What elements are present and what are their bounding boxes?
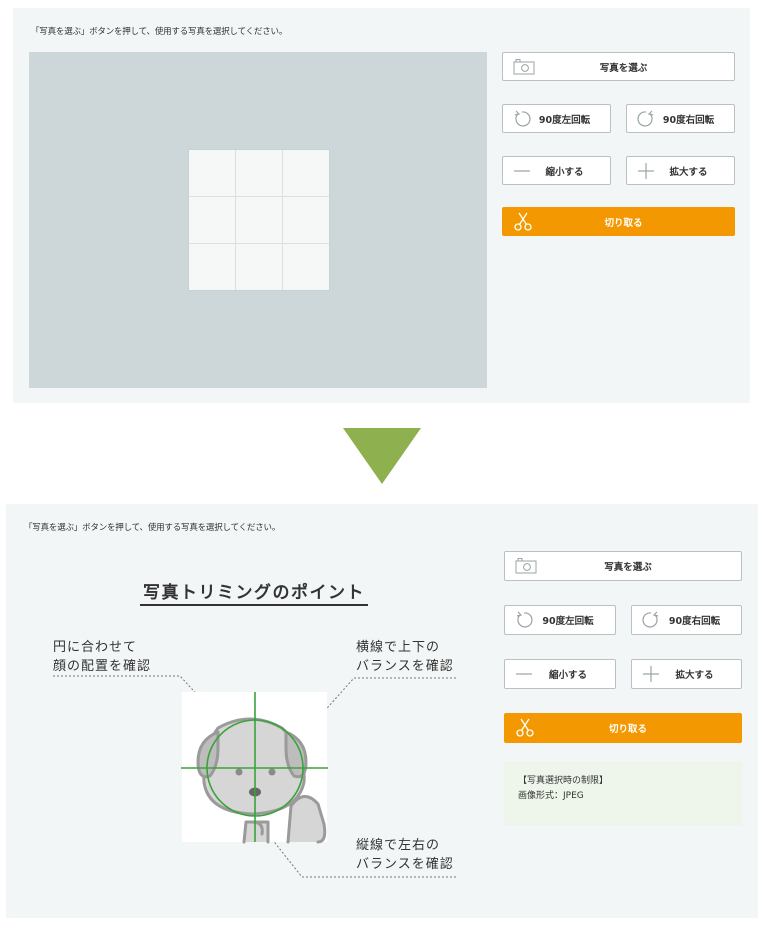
enlarge-button[interactable]: 拡大する xyxy=(626,156,735,185)
rotate-left-label: 90度左回転 xyxy=(542,616,594,627)
instruction-text: 「写真を選ぶ」ボタンを押して、使用する写真を選択してください。 xyxy=(31,27,288,37)
grid-line xyxy=(282,150,283,290)
trimming-panel-guide: 「写真を選ぶ」ボタンを押して、使用する写真を選択してください。 写真トリミングの… xyxy=(6,504,758,918)
minus-icon xyxy=(513,164,531,178)
choose-photo-label: 写真を選ぶ xyxy=(604,562,652,573)
restriction-format: 画像形式：JPEG xyxy=(518,791,584,801)
crop-label: 切り取る xyxy=(608,724,647,735)
scissors-icon xyxy=(515,718,535,738)
shrink-button[interactable]: 縮小する xyxy=(504,659,616,689)
arrow-down-icon xyxy=(343,428,421,484)
crop-frame-grid[interactable] xyxy=(188,149,330,291)
camera-icon xyxy=(513,58,535,75)
crop-button[interactable]: 切り取る xyxy=(502,207,735,236)
rotate-right-button[interactable]: 90度右回転 xyxy=(626,104,735,133)
rotate-left-button[interactable]: 90度左回転 xyxy=(502,104,611,133)
shrink-label: 縮小する xyxy=(545,166,584,178)
crop-preview-area[interactable] xyxy=(29,52,487,388)
choose-photo-button[interactable]: 写真を選ぶ xyxy=(502,52,735,81)
trimming-guide-illustration xyxy=(53,675,456,878)
photo-restriction-box: 【写真選択時の制限】 画像形式：JPEG xyxy=(504,761,742,825)
shrink-label: 縮小する xyxy=(548,670,587,681)
shrink-button[interactable]: 縮小する xyxy=(502,156,611,185)
choose-photo-label: 写真を選ぶ xyxy=(599,62,648,74)
grid-line xyxy=(189,243,329,244)
rotate-right-label: 90度右回転 xyxy=(668,616,721,627)
crop-button[interactable]: 切り取る xyxy=(504,713,742,743)
rotate-left-label: 90度左回転 xyxy=(538,114,591,126)
plus-icon xyxy=(637,162,655,180)
rotate-right-label: 90度右回転 xyxy=(662,114,715,126)
crop-label: 切り取る xyxy=(604,217,643,229)
rotate-left-icon xyxy=(515,611,533,629)
rotate-left-button[interactable]: 90度左回転 xyxy=(504,605,616,635)
trimming-panel-before: 「写真を選ぶ」ボタンを押して、使用する写真を選択してください。 写真を選ぶ 90… xyxy=(13,8,750,403)
restriction-heading: 【写真選択時の制限】 xyxy=(518,776,609,786)
plus-icon xyxy=(642,665,660,683)
grid-line xyxy=(189,196,329,197)
minus-icon xyxy=(515,667,533,681)
rotate-right-icon xyxy=(642,611,660,629)
rotate-right-icon xyxy=(637,110,655,128)
enlarge-label: 拡大する xyxy=(675,670,714,681)
enlarge-button[interactable]: 拡大する xyxy=(631,659,742,689)
grid-line xyxy=(235,150,236,290)
rotate-left-icon xyxy=(513,110,531,128)
rotate-right-button[interactable]: 90度右回転 xyxy=(631,605,742,635)
scissors-icon xyxy=(513,212,533,232)
choose-photo-button[interactable]: 写真を選ぶ xyxy=(504,551,742,581)
enlarge-label: 拡大する xyxy=(669,166,708,178)
camera-icon xyxy=(515,558,537,574)
